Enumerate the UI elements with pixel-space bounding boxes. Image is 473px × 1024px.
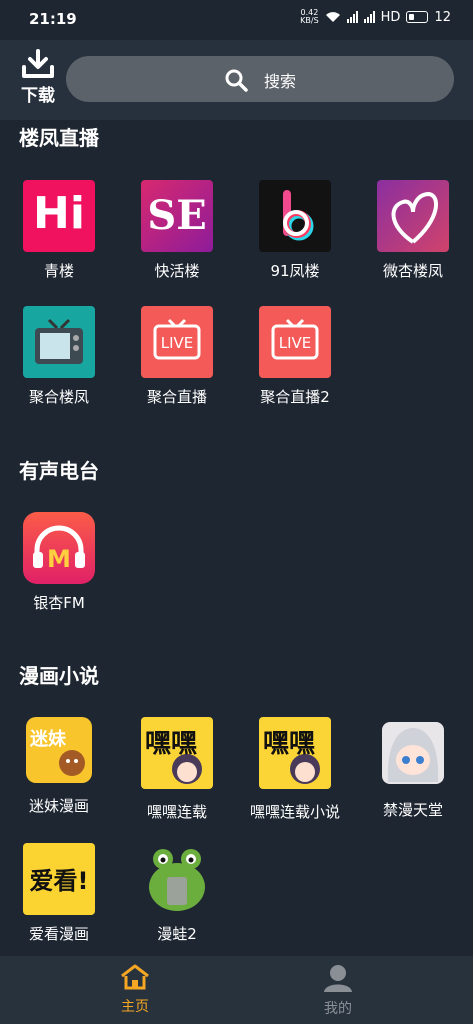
app-aikanmanhua[interactable]: 爱看! 爱看漫画 bbox=[0, 843, 118, 944]
battery-level: 12 bbox=[434, 9, 451, 25]
app-weixinglou[interactable]: 微杏楼凤 bbox=[354, 180, 472, 281]
tab-home[interactable]: 主页 bbox=[75, 964, 195, 1016]
heihei-logo-icon: 嘿嘿 bbox=[259, 717, 331, 789]
headphones-icon: M bbox=[23, 512, 95, 584]
heart-logo-icon bbox=[377, 180, 449, 252]
search-input[interactable]: 搜索 bbox=[66, 56, 454, 102]
clock: 21:19 bbox=[29, 10, 77, 28]
tab-mine-label: 我的 bbox=[324, 1001, 352, 1017]
app-juhezhibo[interactable]: LIVE 聚合直播 bbox=[118, 306, 236, 407]
se-logo-icon: SE bbox=[141, 180, 213, 252]
app-jinmantiantang[interactable]: 禁漫天堂 bbox=[354, 717, 472, 820]
download-label: 下载 bbox=[21, 86, 55, 106]
app-juheloufeng[interactable]: 聚合楼凤 bbox=[0, 306, 118, 407]
status-bar: 21:19 0.42 KB/S HD 12 bbox=[0, 0, 473, 40]
section-title-radio: 有声电台 bbox=[19, 459, 99, 483]
net-speed: 0.42 KB/S bbox=[300, 8, 319, 25]
live-tv-icon: LIVE bbox=[259, 306, 331, 378]
hi-logo-icon: Hi bbox=[23, 180, 95, 252]
home-icon bbox=[121, 964, 149, 990]
battery-icon bbox=[406, 11, 429, 23]
top-bar: 下载 搜索 bbox=[0, 40, 473, 120]
section-title-comics: 漫画小说 bbox=[19, 664, 99, 688]
heihei-logo-icon: 嘿嘿 bbox=[141, 717, 213, 789]
anime-girl-icon bbox=[382, 722, 444, 784]
aikan-logo-icon: 爱看! bbox=[23, 843, 95, 915]
download-button[interactable]: 下载 bbox=[14, 49, 62, 111]
section-title-live: 楼凤直播 bbox=[19, 126, 99, 150]
user-icon bbox=[324, 965, 352, 992]
frog-icon bbox=[141, 843, 213, 915]
app-mimeimanhua[interactable]: 迷妹 迷妹漫画 bbox=[0, 717, 118, 816]
app-heiheilianzai[interactable]: 嘿嘿 嘿嘿连载 bbox=[118, 717, 236, 822]
live-tv-icon: LIVE bbox=[141, 306, 213, 378]
wifi-icon bbox=[325, 12, 340, 22]
tab-mine[interactable]: 我的 bbox=[278, 964, 398, 1018]
app-91fenglou[interactable]: 91凤楼 bbox=[236, 180, 354, 281]
tv-icon bbox=[23, 306, 95, 378]
app-juhezhibo2[interactable]: LIVE 聚合直播2 bbox=[236, 306, 354, 407]
app-yinxingfm[interactable]: M 银杏FM bbox=[0, 512, 118, 613]
network-type: HD bbox=[380, 9, 401, 25]
app-kuaihuolou[interactable]: SE 快活楼 bbox=[118, 180, 236, 281]
signal-icon bbox=[346, 11, 358, 23]
search-placeholder: 搜索 bbox=[264, 72, 297, 91]
app-manwa2[interactable]: 漫蛙2 bbox=[118, 843, 236, 944]
mimei-logo-icon: 迷妹 bbox=[26, 717, 92, 783]
bottom-nav: 主页 我的 bbox=[0, 956, 473, 1024]
app-heiheilianzaixiaoshuo[interactable]: 嘿嘿 嘿嘿连载小说 bbox=[236, 717, 354, 822]
tab-home-label: 主页 bbox=[121, 999, 149, 1015]
signal-icon bbox=[363, 11, 375, 23]
b-logo-icon bbox=[259, 180, 331, 252]
download-icon bbox=[22, 49, 54, 78]
app-qinglou[interactable]: Hi 青楼 bbox=[0, 180, 118, 281]
search-icon bbox=[225, 69, 248, 92]
